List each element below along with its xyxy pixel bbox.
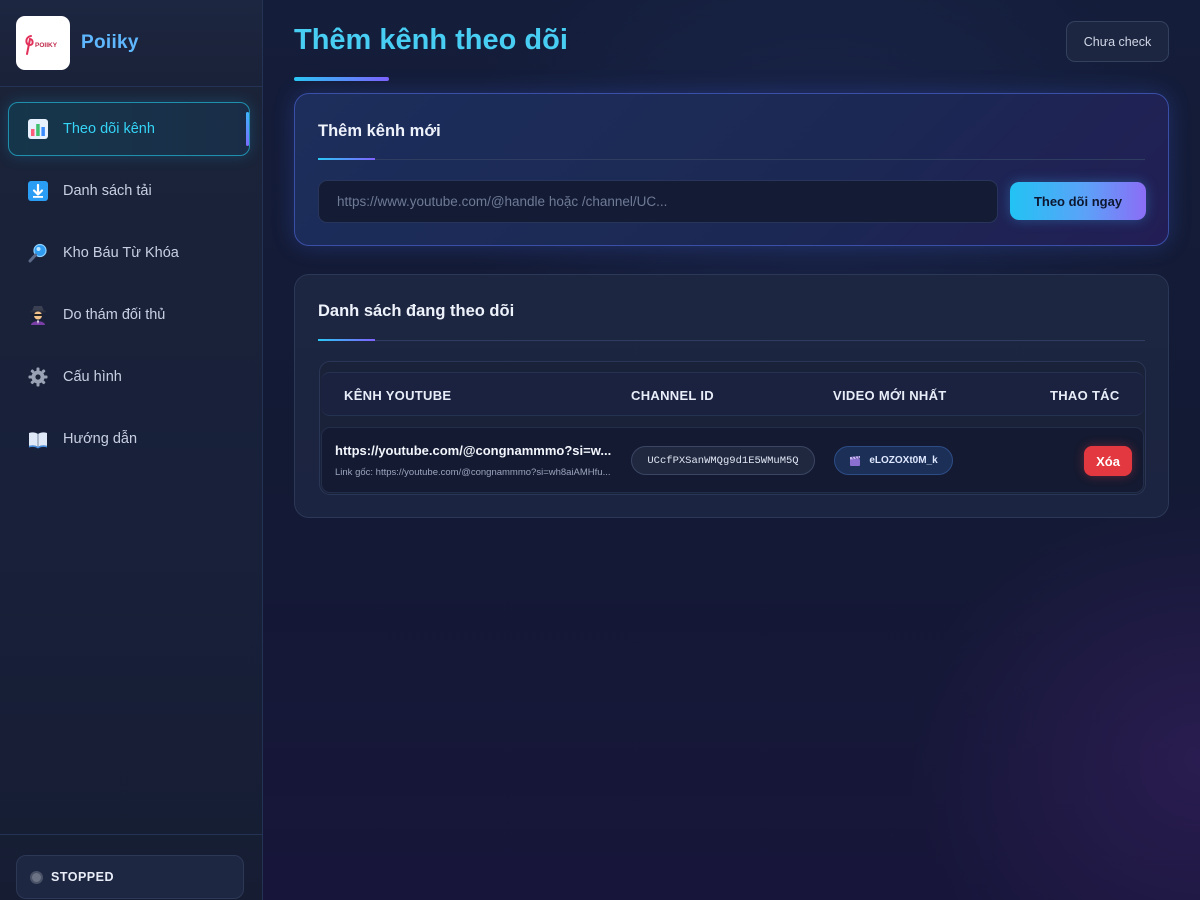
brand-name: Poiiky bbox=[81, 32, 139, 53]
magnifier-icon bbox=[27, 242, 49, 264]
sidebar-footer: STOPPED bbox=[0, 834, 263, 900]
sidebar-item-label: Theo dõi kênh bbox=[63, 121, 155, 137]
book-icon bbox=[27, 428, 49, 450]
sidebar-item-download-list[interactable]: Danh sách tải bbox=[8, 164, 250, 218]
table-header: KÊNH YOUTUBE CHANNEL ID VIDEO MỚI NHẤT T… bbox=[321, 372, 1144, 416]
poiiky-logo-icon: POIIKY bbox=[25, 35, 58, 55]
sidebar-item-channel-tracking[interactable]: Theo dõi kênh bbox=[8, 102, 250, 156]
title-underline bbox=[294, 77, 389, 81]
latest-video-id: eLOZOXt0M_k bbox=[869, 455, 938, 466]
delete-button[interactable]: Xóa bbox=[1084, 446, 1132, 476]
brand-header: POIIKY Poiiky bbox=[0, 0, 262, 87]
sidebar-item-guide[interactable]: Hướng dẫn bbox=[8, 412, 250, 466]
status-dot-icon bbox=[30, 870, 43, 884]
table-row: https://youtube.com/@congnammmo?si=w... … bbox=[321, 427, 1144, 493]
status-text: STOPPED bbox=[51, 870, 115, 884]
card-divider bbox=[375, 340, 1145, 341]
spy-icon bbox=[27, 304, 49, 326]
tracked-channels-card: Danh sách đang theo dõi KÊNH YOUTUBE CHA… bbox=[294, 274, 1169, 518]
card-underline bbox=[318, 158, 375, 160]
add-channel-title: Thêm kênh mới bbox=[318, 122, 441, 140]
clapperboard-icon bbox=[850, 455, 861, 466]
sidebar-item-label: Do thám đối thủ bbox=[63, 307, 166, 323]
channel-id-badge: UCcfPXSanWMQg9d1E5WMuM5Q bbox=[631, 446, 815, 475]
gear-icon bbox=[27, 366, 49, 388]
status-badge: STOPPED bbox=[16, 855, 244, 899]
channels-table: KÊNH YOUTUBE CHANNEL ID VIDEO MỚI NHẤT T… bbox=[319, 361, 1146, 495]
page-title: Thêm kênh theo dõi bbox=[294, 24, 568, 56]
column-header-channel-id: CHANNEL ID bbox=[631, 388, 714, 403]
column-header-actions: THAO TÁC bbox=[1050, 388, 1120, 403]
bar-chart-icon bbox=[27, 118, 49, 140]
sidebar-item-label: Danh sách tải bbox=[63, 183, 152, 199]
sidebar-item-keyword-vault[interactable]: Kho Báu Từ Khóa bbox=[8, 226, 250, 280]
channel-url[interactable]: https://youtube.com/@congnammmo?si=w... bbox=[335, 443, 617, 458]
sidebar-item-label: Cấu hình bbox=[63, 369, 122, 385]
svg-text:POIIKY: POIIKY bbox=[35, 42, 58, 49]
sidebar-nav: Theo dõi kênh Danh sách tải Kho Báu Từ K… bbox=[0, 87, 262, 466]
tracked-list-title: Danh sách đang theo dõi bbox=[318, 302, 515, 320]
follow-now-button[interactable]: Theo dõi ngay bbox=[1010, 182, 1146, 220]
column-header-latest-video: VIDEO MỚI NHẤT bbox=[833, 388, 947, 403]
sidebar-item-label: Kho Báu Từ Khóa bbox=[63, 245, 179, 261]
add-channel-card: Thêm kênh mới Theo dõi ngay bbox=[294, 93, 1169, 246]
channel-url-input[interactable] bbox=[318, 180, 998, 223]
card-underline bbox=[318, 339, 375, 341]
card-divider bbox=[375, 159, 1145, 160]
sidebar-item-settings[interactable]: Cấu hình bbox=[8, 350, 250, 404]
column-header-channel: KÊNH YOUTUBE bbox=[344, 388, 452, 403]
sidebar-item-label: Hướng dẫn bbox=[63, 431, 138, 447]
sidebar-item-competitor-spy[interactable]: Do thám đối thủ bbox=[8, 288, 250, 342]
app-logo[interactable]: POIIKY bbox=[16, 16, 70, 70]
channel-original-link: Link gốc: https://youtube.com/@congnammm… bbox=[335, 467, 611, 478]
sidebar: POIIKY Poiiky Theo dõi kênh Danh sách tả… bbox=[0, 0, 263, 900]
latest-video-badge[interactable]: eLOZOXt0M_k bbox=[834, 446, 953, 475]
download-icon bbox=[27, 180, 49, 202]
check-status-button[interactable]: Chưa check bbox=[1066, 21, 1169, 62]
